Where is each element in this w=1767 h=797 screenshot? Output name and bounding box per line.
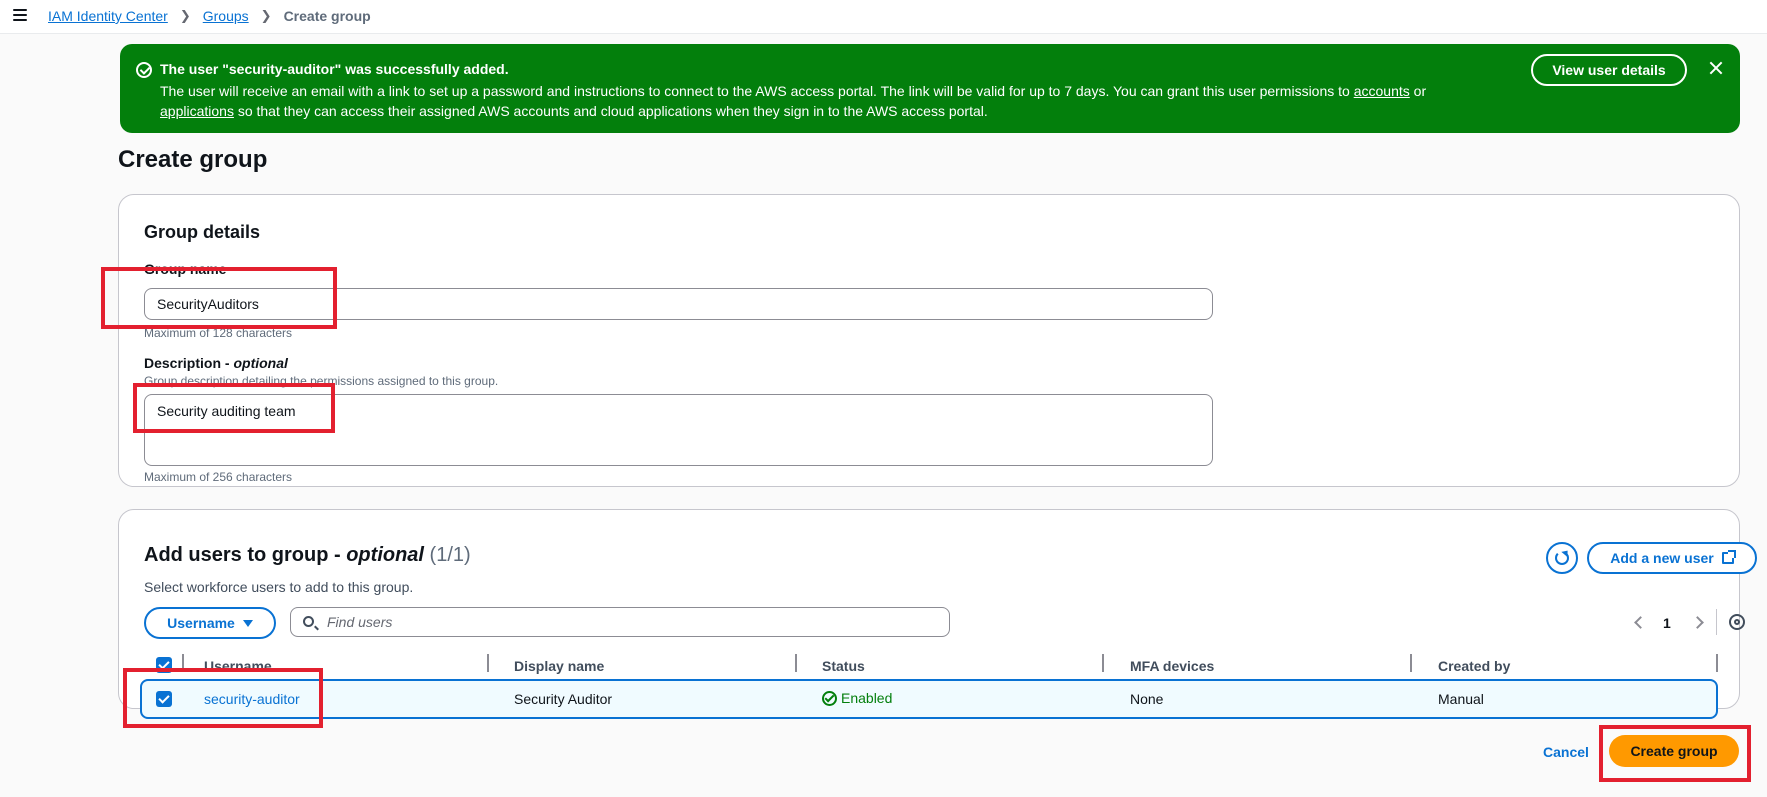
group-details-heading: Group details bbox=[144, 222, 261, 242]
property-filter-label: Username bbox=[167, 615, 235, 631]
success-flashbar: The user "security-auditor" was successf… bbox=[120, 44, 1740, 133]
select-all-checkbox[interactable] bbox=[156, 657, 172, 673]
breadcrumb-groups[interactable]: Groups bbox=[203, 8, 249, 24]
divider bbox=[1716, 609, 1717, 635]
column-divider bbox=[182, 654, 184, 672]
add-new-user-label: Add a new user bbox=[1610, 550, 1714, 566]
accounts-link[interactable]: accounts bbox=[1354, 83, 1410, 99]
column-header-created-by[interactable]: Created by bbox=[1438, 658, 1510, 674]
selection-counter: (1/1) bbox=[429, 544, 471, 566]
description-hint-top: Group description detailing the permissi… bbox=[144, 374, 499, 388]
chevron-right-icon: ❯ bbox=[260, 8, 272, 23]
status-cell: Enabled bbox=[822, 690, 892, 706]
column-divider bbox=[795, 654, 797, 672]
find-users-input[interactable] bbox=[327, 612, 927, 632]
cancel-button[interactable]: Cancel bbox=[1543, 744, 1589, 760]
top-navigation: IAM Identity Center ❯ Groups ❯ Create gr… bbox=[0, 0, 1767, 34]
gear-icon[interactable] bbox=[1729, 614, 1745, 630]
column-header-username[interactable]: Username bbox=[204, 658, 272, 674]
status-text: Enabled bbox=[841, 690, 893, 706]
column-header-display-name[interactable]: Display name bbox=[514, 658, 604, 674]
description-label-text: Description - bbox=[144, 355, 234, 371]
display-name-cell: Security Auditor bbox=[514, 691, 613, 707]
create-group-button[interactable]: Create group bbox=[1609, 735, 1739, 767]
flash-text: so that they can access their assigned A… bbox=[233, 103, 988, 119]
caret-down-icon bbox=[242, 619, 253, 627]
applications-link[interactable]: applications bbox=[160, 103, 234, 119]
breadcrumb-current: Create group bbox=[283, 8, 371, 24]
optional-text: optional bbox=[233, 355, 288, 371]
add-new-user-button[interactable]: Add a new user bbox=[1587, 542, 1757, 574]
optional-text: optional bbox=[346, 544, 424, 566]
description-textarea[interactable]: Security auditing team bbox=[144, 394, 1213, 466]
username-link[interactable]: security-auditor bbox=[204, 691, 300, 707]
column-divider bbox=[487, 654, 489, 672]
flash-text: or bbox=[1409, 83, 1427, 99]
search-box bbox=[290, 607, 950, 637]
row-checkbox[interactable] bbox=[156, 691, 172, 707]
add-users-heading-text: Add users to group - bbox=[144, 544, 347, 566]
group-name-label: Group name bbox=[144, 261, 227, 277]
group-name-input[interactable] bbox=[144, 288, 1213, 320]
description-hint: Maximum of 256 characters bbox=[144, 470, 293, 484]
success-icon bbox=[136, 62, 152, 78]
column-divider bbox=[1102, 654, 1104, 672]
add-users-subtitle: Select workforce users to add to this gr… bbox=[144, 579, 414, 595]
column-header-status[interactable]: Status bbox=[822, 658, 865, 674]
breadcrumb: IAM Identity Center ❯ Groups ❯ Create gr… bbox=[48, 8, 371, 24]
refresh-icon bbox=[1555, 551, 1569, 565]
page-title: Create group bbox=[118, 146, 268, 173]
refresh-button[interactable] bbox=[1546, 542, 1578, 574]
status-enabled-icon bbox=[822, 690, 837, 706]
flash-message: The user will receive an email with a li… bbox=[160, 81, 1490, 121]
property-filter-dropdown[interactable]: Username bbox=[144, 607, 276, 639]
flash-text: The user will receive an email with a li… bbox=[160, 83, 1354, 99]
column-divider bbox=[1410, 654, 1412, 672]
search-icon bbox=[303, 616, 314, 627]
column-header-mfa-devices[interactable]: MFA devices bbox=[1130, 658, 1214, 674]
flash-title: The user "security-auditor" was successf… bbox=[160, 61, 509, 77]
mfa-devices-cell: None bbox=[1130, 691, 1164, 707]
page-number[interactable]: 1 bbox=[1663, 615, 1671, 631]
column-divider bbox=[1716, 654, 1718, 672]
close-icon[interactable] bbox=[1706, 58, 1726, 78]
breadcrumb-iam-identity-center[interactable]: IAM Identity Center bbox=[48, 8, 168, 24]
external-link-icon bbox=[1721, 550, 1736, 564]
created-by-cell: Manual bbox=[1438, 691, 1484, 707]
chevron-right-icon: ❯ bbox=[179, 8, 191, 23]
menu-icon[interactable] bbox=[13, 9, 27, 23]
description-label: Description - optional bbox=[144, 355, 288, 371]
view-user-details-button[interactable]: View user details bbox=[1531, 54, 1687, 86]
add-users-heading: Add users to group - optional (1/1) bbox=[144, 544, 471, 567]
group-name-hint: Maximum of 128 characters bbox=[144, 326, 293, 340]
